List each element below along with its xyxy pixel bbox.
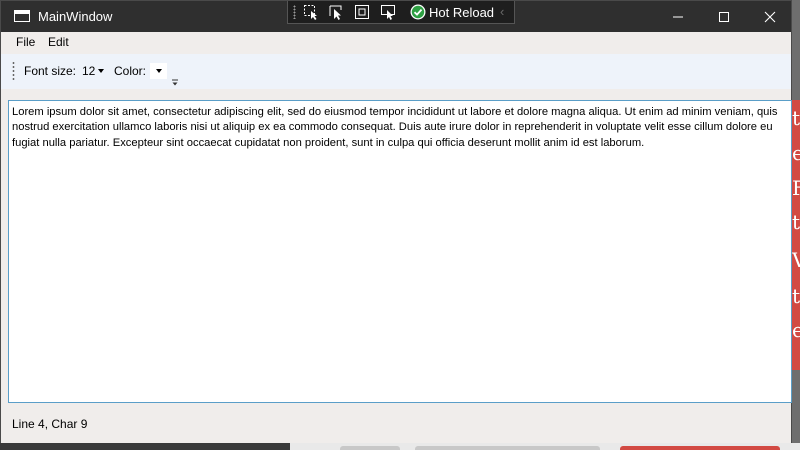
close-icon xyxy=(764,11,776,23)
chevron-down-icon xyxy=(98,69,104,73)
editor-text[interactable]: Lorem ipsum dolor sit amet, consectetur … xyxy=(12,105,788,151)
maximize-icon xyxy=(719,12,729,22)
color-picker[interactable] xyxy=(150,63,167,79)
background-pill xyxy=(340,446,400,450)
document-editor[interactable]: Lorem ipsum dolor sit amet, consectetur … xyxy=(8,100,792,403)
collapse-toolbar-button[interactable]: ‹ xyxy=(500,4,504,19)
color-label: Color: xyxy=(114,64,147,78)
drag-grip-icon[interactable] xyxy=(293,5,296,19)
display-layout-adorners-icon[interactable] xyxy=(329,4,345,20)
toolbar-overflow-button[interactable] xyxy=(171,74,179,86)
toggle-selection-icon[interactable] xyxy=(380,4,396,20)
select-element-icon[interactable] xyxy=(303,4,319,20)
font-size-label: Font size: xyxy=(24,64,77,78)
font-size-value: 12 xyxy=(82,64,96,78)
chevron-down-icon xyxy=(156,69,162,73)
hot-reload-button[interactable]: Hot Reload xyxy=(429,5,494,20)
background-glyph: F xyxy=(792,176,800,200)
background-glyph: e xyxy=(792,141,800,165)
minimize-icon xyxy=(673,16,683,18)
close-button[interactable] xyxy=(747,1,793,32)
app-window-icon xyxy=(14,10,30,22)
main-window: MainWindow Hot Reload ‹ File Edit Font s… xyxy=(0,0,792,443)
menu-bar: File Edit xyxy=(1,32,791,53)
xaml-debug-toolbar: Hot Reload ‹ xyxy=(287,1,515,24)
formatting-toolbar: Font size: 12 Color: xyxy=(1,54,791,89)
status-bar: Line 4, Char 9 xyxy=(1,404,791,443)
title-bar[interactable]: MainWindow Hot Reload ‹ xyxy=(1,1,791,32)
menu-edit[interactable]: Edit xyxy=(48,35,69,49)
maximize-button[interactable] xyxy=(701,1,747,32)
background-glyph: t xyxy=(792,284,800,308)
minimize-button[interactable] xyxy=(655,1,701,32)
overflow-chevron-icon xyxy=(172,79,178,86)
cursor-position: Line 4, Char 9 xyxy=(12,417,88,431)
background-glyph: t xyxy=(792,106,800,130)
background-glyph: e xyxy=(792,318,800,342)
background-glyph: V xyxy=(792,248,800,272)
background-glyph: t xyxy=(792,210,800,234)
background-pill xyxy=(415,446,600,450)
background-pill xyxy=(620,446,780,450)
window-title: MainWindow xyxy=(38,9,113,24)
track-focused-element-icon[interactable] xyxy=(354,4,370,20)
check-circle-icon xyxy=(410,4,426,20)
font-size-combobox[interactable]: 12 xyxy=(79,63,107,80)
menu-file[interactable]: File xyxy=(16,35,35,49)
toolbar-grip-icon[interactable] xyxy=(12,61,15,81)
